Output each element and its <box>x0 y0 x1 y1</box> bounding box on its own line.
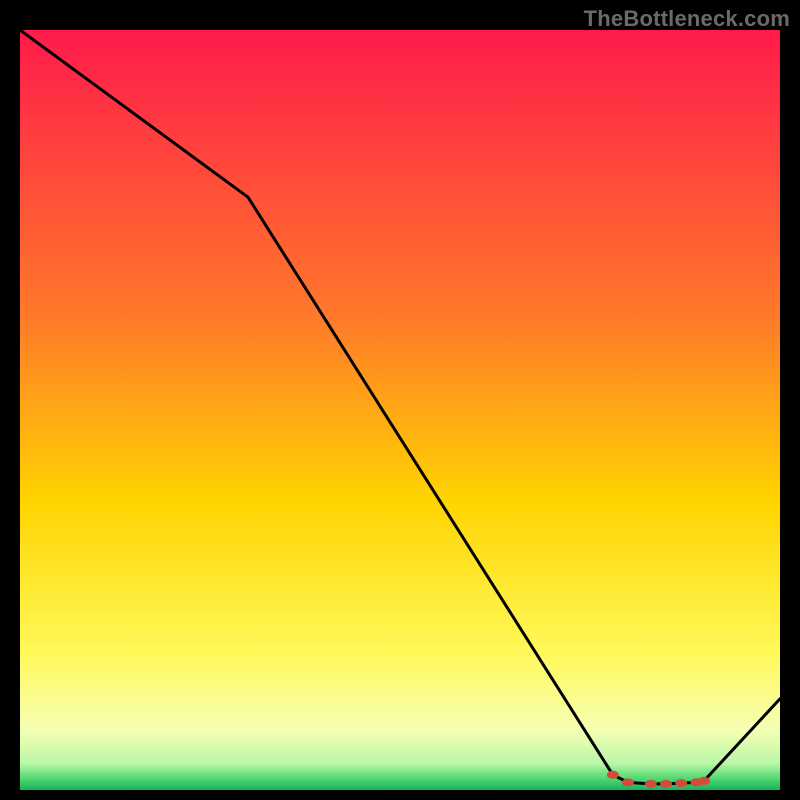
highlight-marker <box>645 780 657 788</box>
gradient-backdrop <box>20 30 780 790</box>
highlight-marker <box>675 779 687 787</box>
watermark-text: TheBottleneck.com <box>584 6 790 32</box>
highlight-marker <box>622 778 634 786</box>
highlight-marker <box>698 777 710 785</box>
plot-area <box>20 30 780 790</box>
figure-root: TheBottleneck.com <box>0 0 800 800</box>
highlight-marker <box>607 771 619 779</box>
plot-svg <box>20 30 780 790</box>
highlight-marker <box>660 780 672 788</box>
